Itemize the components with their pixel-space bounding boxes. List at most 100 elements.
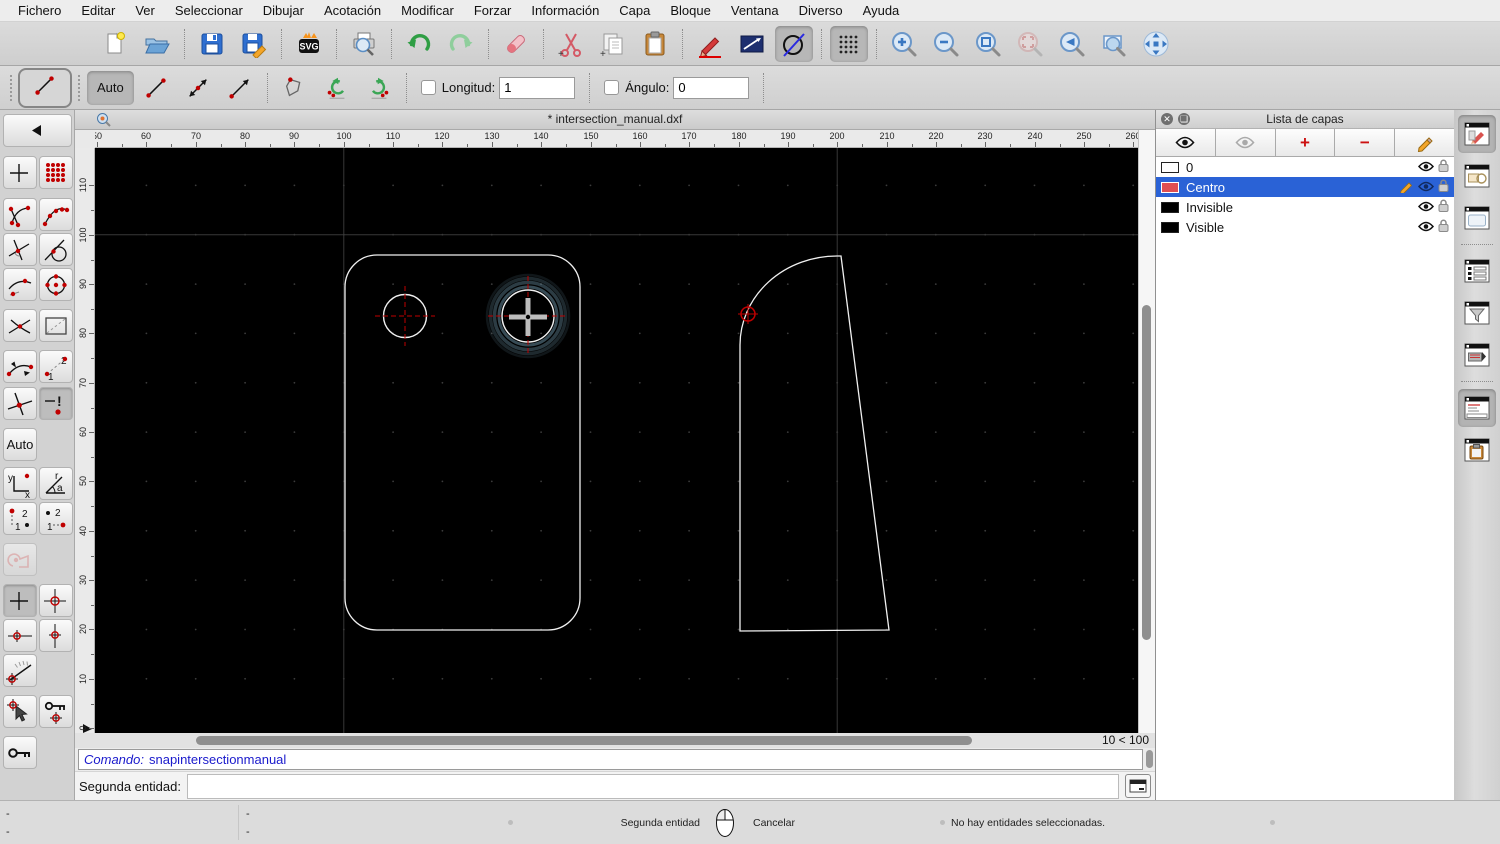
layer-lock-icon[interactable] <box>1438 179 1449 195</box>
length-checkbox[interactable] <box>420 80 436 95</box>
length-input[interactable] <box>499 76 576 99</box>
lock-relative-zero-button[interactable] <box>39 695 73 728</box>
menu-seleccionar[interactable]: Seleccionar <box>165 3 253 18</box>
remove-layer-button[interactable]: − <box>1335 129 1396 156</box>
layer-edit-pencil-icon[interactable] <box>1400 179 1414 196</box>
snap-distance-button[interactable] <box>3 268 37 301</box>
horizontal-scrollbar-thumb[interactable] <box>196 736 972 745</box>
snap-intersection-button[interactable] <box>3 387 37 420</box>
save-file-as-button[interactable] <box>235 26 273 62</box>
coord-polar-button[interactable]: ra <box>39 467 73 500</box>
layer-visibility-icon[interactable] <box>1418 180 1434 195</box>
menu-informacion[interactable]: Información <box>521 3 609 18</box>
command-history-scrollbar[interactable] <box>1146 750 1153 769</box>
snap-grid-button[interactable] <box>39 156 73 189</box>
restrict-horizontal-button[interactable] <box>3 619 37 652</box>
menu-editar[interactable]: Editar <box>71 3 125 18</box>
edit-layer-button[interactable] <box>1395 129 1454 156</box>
dock-filter-button[interactable] <box>1458 294 1496 332</box>
redo-segment-button[interactable] <box>359 71 399 105</box>
draft-mode-button[interactable] <box>775 25 813 62</box>
dock-block-list-button[interactable] <box>1458 157 1496 195</box>
zoom-window-button[interactable] <box>1095 26 1133 62</box>
new-file-button[interactable] <box>96 26 134 62</box>
line-both-arrows-button[interactable] <box>178 71 218 105</box>
auto-snap-button[interactable]: Auto <box>3 428 37 461</box>
snap-endpoint-button[interactable] <box>3 198 37 231</box>
line-attributes-button[interactable] <box>733 26 771 62</box>
angle-input[interactable] <box>673 76 750 99</box>
zoom-pan-button[interactable] <box>1137 26 1175 62</box>
layer-row-centro[interactable]: Centro <box>1156 177 1454 197</box>
grid-toggle-button[interactable] <box>830 25 868 62</box>
layer-row-0[interactable]: 0 <box>1156 157 1454 177</box>
layer-visibility-icon[interactable] <box>1418 220 1434 235</box>
polyline-node-button[interactable] <box>275 71 315 105</box>
keyboard-toggle-button[interactable] <box>1125 774 1151 798</box>
set-relative-zero-button[interactable] <box>3 695 37 728</box>
restrict-vertical-button[interactable] <box>39 619 73 652</box>
angle-checkbox[interactable] <box>604 80 620 95</box>
menu-modificar[interactable]: Modificar <box>391 3 464 18</box>
command-input[interactable] <box>186 773 1119 799</box>
zoom-out-button[interactable] <box>927 26 965 62</box>
snap-perpendicular-button[interactable] <box>3 233 37 266</box>
paste-button[interactable] <box>636 26 674 62</box>
snap-angle-button[interactable] <box>3 350 37 383</box>
layer-visibility-icon[interactable] <box>1418 200 1434 215</box>
snap-tangent-button[interactable] <box>39 233 73 266</box>
snap-intersection-manual-button[interactable]: ! <box>39 387 73 420</box>
dock-library-browser-button[interactable] <box>1458 199 1496 237</box>
snap-bounding-box-button[interactable] <box>39 309 73 342</box>
menu-diverso[interactable]: Diverso <box>789 3 853 18</box>
menu-fichero[interactable]: Fichero <box>8 3 71 18</box>
line-segment-button[interactable] <box>136 71 176 105</box>
menu-acotacion[interactable]: Acotación <box>314 3 391 18</box>
snap-middle-button[interactable] <box>3 309 37 342</box>
snap-angle-protractor-button[interactable] <box>3 654 37 687</box>
menu-forzar[interactable]: Forzar <box>464 3 522 18</box>
layer-visibility-icon[interactable] <box>1418 160 1434 175</box>
dock-pen-palette-button[interactable] <box>1458 336 1496 374</box>
auto-mode-button[interactable]: Auto <box>87 70 134 105</box>
horizontal-scrollbar[interactable]: 10 < 100 <box>75 733 1155 748</box>
restrict-orthogonal-button[interactable] <box>39 584 73 617</box>
zoom-in-button[interactable] <box>885 26 923 62</box>
zoom-redraw-button[interactable] <box>1011 26 1049 62</box>
toolbar-drag-handle[interactable] <box>10 74 12 101</box>
add-layer-button[interactable]: + <box>1275 129 1336 156</box>
command-history-scrollbar-thumb[interactable] <box>1146 750 1153 768</box>
print-preview-button[interactable] <box>345 26 383 62</box>
export-svg-button[interactable]: SVG <box>290 26 328 62</box>
menu-capa[interactable]: Capa <box>609 3 660 18</box>
dock-entity-list-button[interactable] <box>1458 252 1496 290</box>
vertical-scrollbar[interactable] <box>1138 130 1155 733</box>
copy-button[interactable]: + <box>594 26 632 62</box>
lock-zero-button[interactable] <box>3 736 37 769</box>
layer-lock-icon[interactable] <box>1438 219 1449 235</box>
snap-on-entity-button[interactable] <box>39 198 73 231</box>
save-file-button[interactable] <box>193 26 231 62</box>
show-all-layers-button[interactable] <box>1156 129 1216 156</box>
delete-entities-button[interactable] <box>497 26 535 62</box>
menu-dibujar[interactable]: Dibujar <box>253 3 314 18</box>
undo-segment-button[interactable] <box>317 71 357 105</box>
line-arrow-button[interactable] <box>220 71 260 105</box>
pen-edit-button[interactable] <box>691 26 729 62</box>
dock-command-history-button[interactable] <box>1458 389 1496 427</box>
drawing-window-titlebar[interactable]: * intersection_manual.dxf <box>75 110 1155 130</box>
snap-free-button[interactable] <box>3 156 37 189</box>
layer-row-visible[interactable]: Visible <box>1156 217 1454 237</box>
layer-lock-icon[interactable] <box>1438 199 1449 215</box>
snap-center-button[interactable] <box>39 268 73 301</box>
vertical-scrollbar-thumb[interactable] <box>1142 305 1151 640</box>
layer-lock-icon[interactable] <box>1438 159 1449 175</box>
toolbar-drag-handle[interactable] <box>78 74 80 101</box>
zoom-auto-button[interactable] <box>969 26 1007 62</box>
menu-ventana[interactable]: Ventana <box>721 3 789 18</box>
open-file-button[interactable] <box>138 26 176 62</box>
exclusive-snap-button[interactable] <box>3 543 37 576</box>
menu-ayuda[interactable]: Ayuda <box>853 3 910 18</box>
coord-cartesian-button[interactable]: yx <box>3 467 37 500</box>
cut-button[interactable]: + <box>552 26 590 62</box>
